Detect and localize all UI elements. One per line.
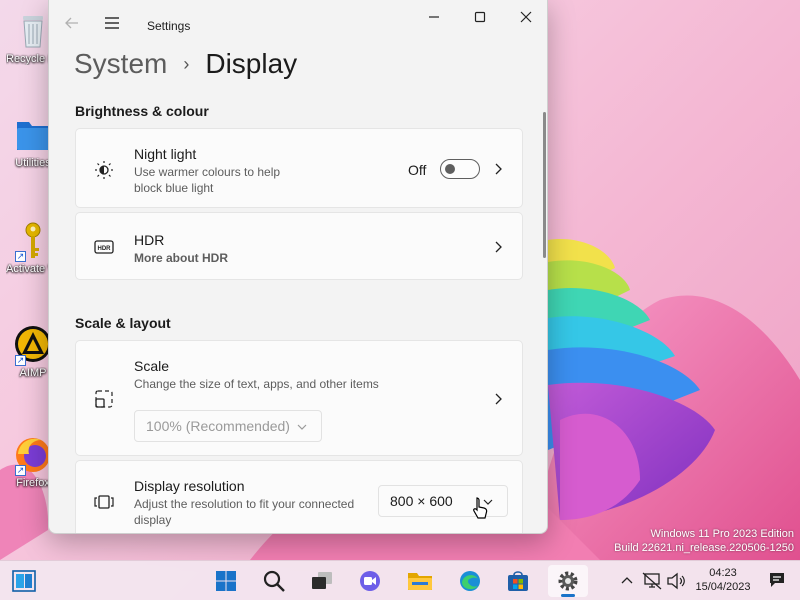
shortcut-arrow-icon: ↗ [15, 465, 26, 476]
display-resolution-card[interactable]: Display resolution Adjust the resolution… [75, 460, 523, 533]
windows-start-icon [216, 571, 236, 591]
chevron-up-icon [621, 577, 633, 584]
chevron-right-icon [495, 241, 502, 253]
network-status[interactable] [640, 569, 664, 593]
scale-dropdown[interactable]: 100% (Recommended) [134, 410, 322, 442]
start-button[interactable] [206, 565, 246, 597]
chat-icon [360, 571, 380, 591]
notifications-button[interactable] [764, 568, 790, 592]
gear-icon [558, 571, 578, 591]
hamburger-icon [105, 17, 119, 29]
mouse-cursor-icon [473, 497, 488, 519]
window-title: Settings [147, 19, 191, 33]
folder-icon [13, 114, 53, 154]
resolution-value: 800 × 600 [390, 493, 453, 509]
close-button[interactable] [503, 6, 547, 28]
chat-button[interactable] [350, 565, 390, 597]
settings-taskbar-button[interactable] [548, 565, 588, 597]
edge-icon [460, 571, 480, 591]
scale-value: 100% (Recommended) [146, 418, 290, 434]
back-arrow-icon [65, 17, 78, 29]
hdr-card[interactable]: HDR HDR More about HDR [75, 212, 523, 280]
resolution-icon [94, 492, 114, 512]
watermark-edition: Windows 11 Pro 2023 Edition [650, 528, 795, 540]
aimp-icon: ↗ [13, 324, 53, 366]
maximize-icon [474, 11, 486, 23]
taskbar [0, 560, 800, 600]
night-light-toggle[interactable] [440, 159, 480, 179]
hdr-icon: HDR [94, 237, 114, 257]
scrollbar-thumb[interactable] [543, 112, 546, 258]
scale-icon [94, 389, 114, 409]
night-light-icon [94, 160, 114, 180]
back-button[interactable] [59, 10, 85, 36]
clock-time: 04:23 [709, 567, 737, 579]
resolution-title: Display resolution [134, 478, 245, 494]
edge-button[interactable] [450, 565, 490, 597]
key-icon: ↗ [13, 220, 53, 262]
night-light-description: Use warmer colours to help block blue li… [134, 165, 281, 195]
taskbar-clock[interactable]: 04:23 15/04/2023 [693, 566, 753, 594]
more-about-hdr-link[interactable]: More about HDR [134, 250, 228, 266]
volume-status[interactable] [664, 569, 688, 593]
firefox-icon: ↗ [13, 434, 53, 476]
network-icon [642, 572, 662, 590]
settings-window: Settings System › Display Brightness & c… [48, 0, 548, 534]
shortcut-arrow-icon: ↗ [15, 251, 26, 262]
minimize-button[interactable] [411, 6, 457, 28]
minimize-icon [429, 16, 439, 18]
chevron-right-icon [495, 163, 502, 175]
widgets-icon [12, 570, 36, 592]
scale-description: Change the size of text, apps, and other… [134, 377, 379, 391]
night-light-card[interactable]: Night light Use warmer colours to help b… [75, 128, 523, 208]
section-brightness-colour: Brightness & colour [75, 103, 209, 119]
task-view-icon [312, 572, 332, 589]
page-title: Display [205, 48, 298, 79]
hdr-title: HDR [134, 232, 165, 248]
section-scale-layout: Scale & layout [75, 315, 171, 331]
store-icon [508, 571, 528, 591]
search-button[interactable] [254, 565, 294, 597]
file-explorer-button[interactable] [400, 565, 440, 597]
clock-date: 15/04/2023 [695, 581, 751, 593]
store-button[interactable] [498, 565, 538, 597]
task-view-button[interactable] [302, 565, 342, 597]
svg-text:HDR: HDR [98, 246, 112, 252]
nav-menu-button[interactable] [99, 10, 125, 36]
title-bar[interactable]: Settings [49, 0, 547, 44]
shortcut-arrow-icon: ↗ [15, 355, 26, 366]
night-light-state: Off [408, 162, 427, 178]
scale-card[interactable]: Scale Change the size of text, apps, and… [75, 340, 523, 456]
show-hidden-icons-button[interactable] [618, 569, 636, 593]
breadcrumb-system[interactable]: System [74, 48, 167, 80]
scale-title: Scale [134, 358, 170, 374]
maximize-button[interactable] [457, 6, 503, 28]
watermark-build: Build 22621.ni_release.220506-1250 [614, 542, 794, 554]
chevron-right-icon [495, 393, 502, 405]
chevron-right-icon: › [183, 53, 190, 74]
recycle-bin-icon [13, 10, 53, 50]
widgets-button[interactable] [4, 565, 44, 597]
speaker-icon [667, 572, 685, 590]
notification-icon [770, 573, 784, 587]
close-icon [520, 11, 532, 23]
file-explorer-icon [408, 573, 432, 590]
resolution-description: Adjust the resolution to fit your connec… [134, 497, 355, 527]
chevron-down-icon [297, 424, 307, 430]
breadcrumb: System › Display [74, 48, 297, 80]
search-icon [263, 570, 285, 592]
night-light-title: Night light [134, 146, 197, 162]
